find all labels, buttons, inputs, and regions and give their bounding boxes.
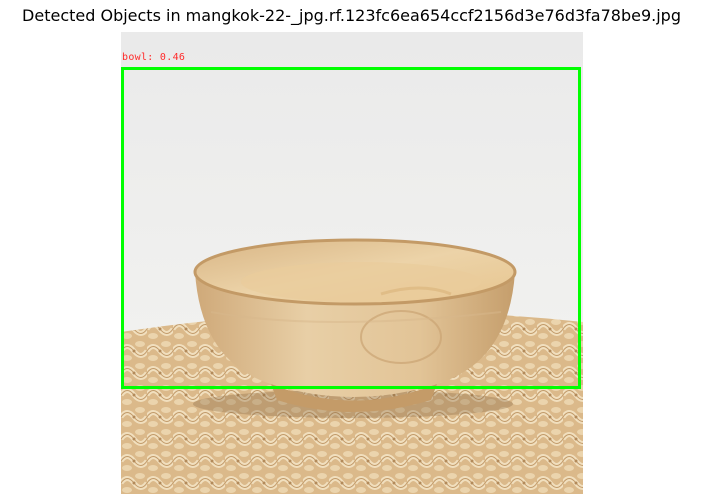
detection-label: bowl: 0.46 bbox=[122, 52, 186, 63]
detection-bounding-box bbox=[121, 67, 581, 389]
figure-title: Detected Objects in mangkok-22-_jpg.rf.1… bbox=[22, 6, 681, 25]
